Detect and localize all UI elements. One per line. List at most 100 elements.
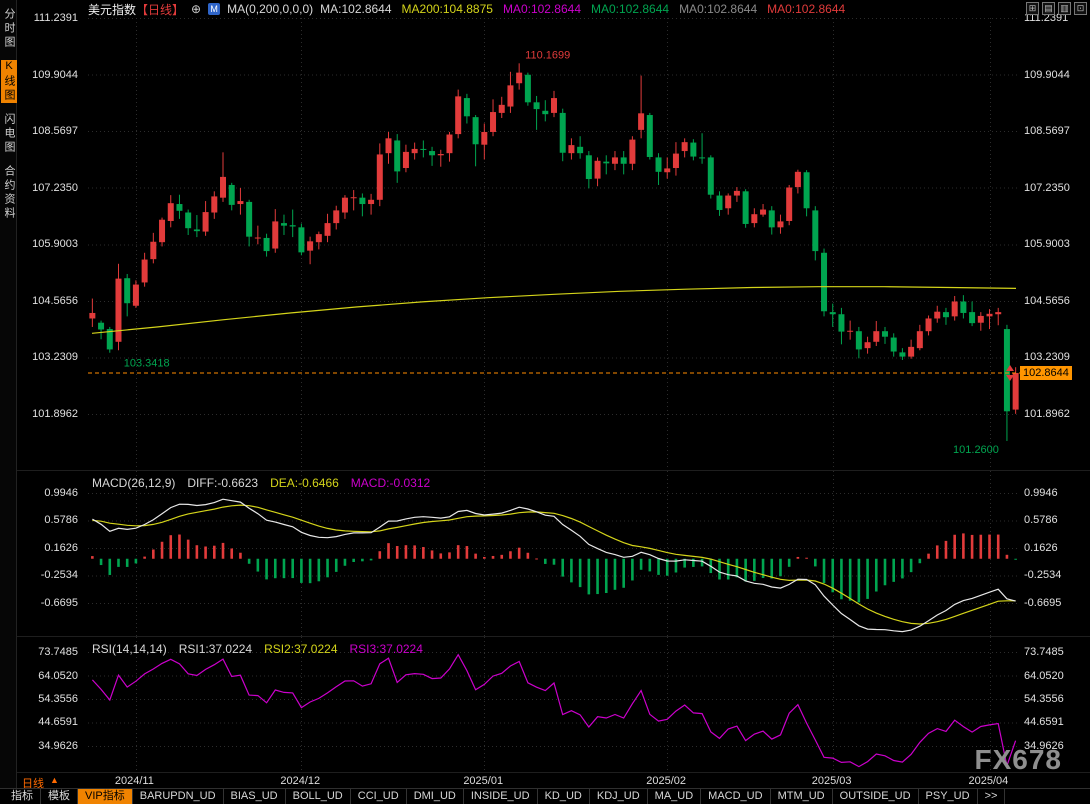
tab-kd[interactable]: KD_UD (538, 789, 590, 804)
time-axis-label: 2025/03 (812, 775, 852, 787)
tab-psy[interactable]: PSY_UD (919, 789, 978, 804)
axis-tick: 0.1626 (44, 542, 78, 554)
ma-settings-label: MA(0,200,0,0,0) (227, 2, 313, 16)
sidebar-item-contract[interactable]: 合约资料 (1, 165, 17, 221)
axis-tick: 0.9946 (44, 487, 78, 499)
tab-outside[interactable]: OUTSIDE_UD (833, 789, 919, 804)
period-tag: 【日线】 (136, 1, 184, 18)
time-axis-label: 2024/11 (115, 775, 154, 787)
axis-tick: -0.2534 (1024, 569, 1061, 581)
axis-tick: 108.5697 (32, 125, 78, 137)
axis-tick: 105.9003 (32, 238, 78, 250)
price-annotation-2: 103.3418 (124, 358, 170, 370)
rsi-header-item-2: RSI1:37.0224 (179, 642, 252, 656)
symbol-group: 美元指数 【日线】 (88, 1, 184, 18)
chart-type-sidebar: 分时图 K线图闪电图合约资料 (0, 0, 17, 788)
axis-tick: -0.6695 (1024, 597, 1061, 609)
tab-mtm[interactable]: MTM_UD (771, 789, 833, 804)
rsi-header: RSI(14,14,14)RSI1:37.0224RSI2:37.0224RSI… (92, 642, 423, 656)
axis-tick: 109.9044 (1024, 69, 1070, 81)
axis-tick: 54.3556 (38, 693, 78, 705)
axis-tick: 105.9003 (1024, 238, 1070, 250)
sidebar-item-flash[interactable]: 闪电图 (1, 113, 17, 155)
chart-header: 美元指数 【日线】 ⊕ M MA(0,200,0,0,0) MA:102.864… (16, 0, 1090, 18)
ma200-line (92, 287, 1016, 334)
ma-value-4: MA0:102.8644 (591, 2, 669, 16)
time-axis-label: 2024/12 (280, 775, 320, 787)
h-gridlines (88, 19, 1020, 415)
axis-tick: 44.6591 (38, 716, 78, 728)
axis-tick: 34.9626 (38, 740, 78, 752)
h-gridlines (88, 494, 1020, 604)
tab-indicators[interactable]: 指标 (4, 789, 41, 804)
symbol-name: 美元指数 (88, 1, 136, 18)
current-price-tag: 102.8644 (1020, 366, 1072, 380)
indicator-tabbar: 指标模板VIP指标BARUPDN_UDBIAS_UDBOLL_UDCCI_UDD… (0, 788, 1090, 804)
axis-tick: 0.5786 (44, 514, 78, 526)
axis-tick: 0.1626 (1024, 542, 1058, 554)
axis-tick: 64.0520 (1024, 670, 1064, 682)
axis-tick: -0.6695 (41, 597, 78, 609)
tab-inside[interactable]: INSIDE_UD (464, 789, 538, 804)
axis-tick: 0.5786 (1024, 514, 1058, 526)
axis-tick: 101.8962 (1024, 408, 1070, 420)
tab-barupdn[interactable]: BARUPDN_UD (133, 789, 224, 804)
rsi-panel: RSI(14,14,14)RSI1:37.0224RSI2:37.0224RSI… (16, 636, 1090, 773)
tab-templates[interactable]: 模板 (41, 789, 78, 804)
ma-value-1: MA:102.8644 (320, 2, 391, 16)
ma-values-group: MA:102.8644MA200:104.8875MA0:102.8644MA0… (320, 2, 845, 16)
rsi-header-item-3: RSI2:37.0224 (264, 642, 337, 656)
axis-tick: 101.8962 (32, 408, 78, 420)
axis-tick: 64.0520 (38, 670, 78, 682)
time-axis-label: 2025/02 (646, 775, 686, 787)
chart-list-icon[interactable]: ▤ (1042, 2, 1055, 15)
macd-axis-left: 0.9946 0.5786 0.1626 -0.2534 -0.6695 (16, 471, 84, 637)
macd-panel: MACD(26,12,9)DIFF:-0.6623DEA:-0.6466MACD… (16, 470, 1090, 637)
price-annotation-1: 110.1699 (525, 49, 570, 61)
axis-tick: 104.5656 (1024, 295, 1070, 307)
watermark: FX678 (975, 744, 1063, 776)
price-chart-panel: 111.2391109.9044108.5697107.2350105.9003… (16, 18, 1090, 470)
tile-windows-icon[interactable]: ⊞ (1026, 2, 1039, 15)
axis-tick: -0.2534 (41, 569, 78, 581)
tab-vip[interactable]: VIP指标 (78, 789, 133, 804)
macd-header-item-4: MACD:-0.0312 (351, 476, 430, 490)
candlestick-chart[interactable]: 110.1699 103.3418 101.2600 (88, 18, 1020, 470)
rsi-header-item-4: RSI3:37.0224 (350, 642, 423, 656)
macd-header-item-2: DIFF:-0.6623 (187, 476, 258, 490)
sidebar-item-kline[interactable]: K线图 (1, 60, 17, 103)
ma-value-6: MA0:102.8644 (767, 2, 845, 16)
new-window-icon[interactable]: ⊡ (1074, 2, 1087, 15)
time-axis-label: 2025/01 (463, 775, 503, 787)
cycle-up-arrow-icon[interactable]: ▲ (50, 775, 59, 785)
add-indicator-button[interactable]: ⊕ (191, 2, 201, 16)
tab-more[interactable]: >> (978, 789, 1006, 804)
axis-tick: 103.2309 (32, 351, 78, 363)
tab-kdj[interactable]: KDJ_UD (590, 789, 648, 804)
axis-tick: 73.7485 (1024, 646, 1064, 658)
axis-tick: 73.7485 (38, 646, 78, 658)
tab-macd[interactable]: MACD_UD (701, 789, 770, 804)
ma-value-3: MA0:102.8644 (503, 2, 581, 16)
macd-axis-right: 0.9946 0.5786 0.1626 -0.2534 -0.6695 (1020, 471, 1090, 637)
rsi-chart[interactable] (88, 637, 1020, 773)
price-axis-right: 111.2391109.9044108.5697107.2350105.9003… (1020, 18, 1090, 470)
tab-dmi[interactable]: DMI_UD (407, 789, 464, 804)
ma-indicator-icon[interactable]: M (208, 3, 220, 15)
macd-header-item-3: DEA:-0.6466 (270, 476, 339, 490)
axis-tick: 107.2350 (1024, 182, 1070, 194)
axis-tick: 0.9946 (1024, 487, 1058, 499)
macd-chart[interactable] (88, 471, 1020, 637)
sidebar-item-fenshi[interactable]: 分时图 (1, 8, 17, 50)
rsi-axis-left: 73.7485 64.0520 54.3556 44.6591 34.9626 (16, 637, 84, 773)
tab-ma[interactable]: MA_UD (648, 789, 702, 804)
price-annotation-3: 101.2600 (953, 444, 999, 456)
tab-cci[interactable]: CCI_UD (351, 789, 407, 804)
axis-tick: 107.2350 (32, 182, 78, 194)
chart-grid-icon[interactable]: ▥ (1058, 2, 1071, 15)
axis-tick: 111.2391 (34, 12, 78, 24)
macd-histogram (91, 533, 1017, 602)
candles-layer (89, 63, 1018, 441)
tab-bias[interactable]: BIAS_UD (224, 789, 286, 804)
tab-boll[interactable]: BOLL_UD (286, 789, 351, 804)
